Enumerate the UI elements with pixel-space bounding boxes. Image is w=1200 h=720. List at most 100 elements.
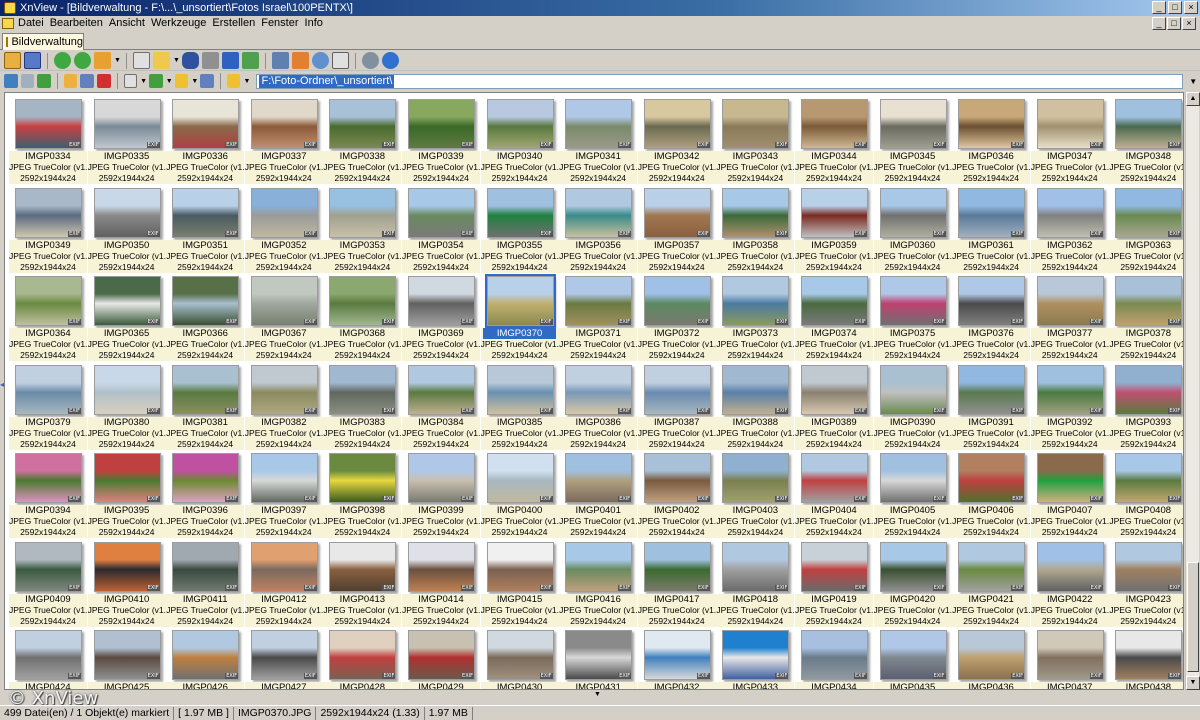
thumbnail-item[interactable]: EXIF IMGP0437JPEG TrueColor (v1.1)2592x19… [1030, 628, 1110, 689]
thumbnail-item[interactable]: EXIF IMGP0427JPEG TrueColor (v1.1)2592x19… [244, 628, 324, 689]
thumbnail-item[interactable]: EXIF IMGP0375 JPEG TrueColor (v1.1) 2592x19… [873, 274, 953, 363]
thumbnail-item[interactable]: EXIF IMGP0355 JPEG TrueColor (v1.1) 2592x19… [480, 186, 560, 275]
thumbnail-item[interactable]: EXIF IMGP0381 JPEG TrueColor (v1.1) 2592x19… [166, 363, 245, 452]
thumbnail-image[interactable]: EXIF [1115, 187, 1183, 238]
thumbnail-item[interactable]: EXIF IMGP0356 JPEG TrueColor (v1.1) 2592x19… [559, 186, 638, 275]
thumbnail-image[interactable]: EXIF [565, 276, 633, 326]
copy-icon[interactable] [133, 52, 150, 69]
thumbnail-image[interactable]: EXIF [172, 541, 240, 592]
thumbnail-image[interactable]: EXIF [643, 99, 711, 149]
thumbnail-image[interactable]: EXIF [958, 99, 1026, 149]
thumbnail-item[interactable]: EXIF IMGP0346 JPEG TrueColor (v1.1) 2592x19… [952, 97, 1031, 186]
forward-icon[interactable] [20, 74, 35, 88]
web-icon[interactable] [312, 52, 329, 69]
minimize-button[interactable]: _ [1152, 1, 1166, 14]
thumbnail-item[interactable]: EXIF IMGP0429JPEG TrueColor (v1.1)2592x19… [401, 628, 481, 689]
thumbnail-image[interactable]: EXIF [1115, 453, 1183, 503]
chevron-down-icon[interactable]: ▼ [166, 78, 173, 85]
thumbnail-image[interactable]: EXIF [329, 541, 397, 592]
thumbnail-item[interactable]: EXIF IMGP0345 JPEG TrueColor (v1.1) 2592x19… [873, 97, 953, 186]
thumbnail-item[interactable]: EXIF IMGP0421 JPEG TrueColor (v1.1) 2592x19… [952, 540, 1031, 629]
splitter-grip-icon[interactable]: ▼ [594, 691, 601, 698]
thumbnail-item[interactable]: EXIF IMGP0422 JPEG TrueColor (v1.1) 2592x19… [1030, 540, 1110, 629]
menu-erstellen[interactable]: Erstellen [212, 17, 261, 29]
thumbnail-item[interactable]: EXIF IMGP0369 JPEG TrueColor (v1.1) 2592x19… [401, 274, 481, 363]
menu-bearbeiten[interactable]: Bearbeiten [50, 17, 109, 29]
vertical-scrollbar[interactable]: ▲ ▼ [1185, 92, 1200, 690]
thumbnail-image[interactable]: EXIF [722, 276, 790, 326]
thumbnail-image[interactable]: EXIF [329, 364, 397, 415]
thumbnail-item[interactable]: EXIF IMGP0407 JPEG TrueColor (v1.1) 2592x19… [1030, 451, 1110, 540]
thumbnail-image[interactable]: EXIF [565, 99, 633, 149]
thumbnail-item[interactable]: EXIF IMGP0434JPEG TrueColor (v1.1)2592x19… [794, 628, 874, 689]
thumbnail-image[interactable]: EXIF [15, 541, 82, 592]
view-mode-icon[interactable] [123, 74, 138, 88]
thumbnail-item[interactable]: EXIF IMGP0384 JPEG TrueColor (v1.1) 2592x19… [401, 363, 481, 452]
thumbnail-item[interactable]: EXIF IMGP0409 JPEG TrueColor (v1.1) 2592x19… [9, 540, 88, 629]
thumbnail-image[interactable]: EXIF [565, 541, 633, 592]
thumbnail-item[interactable]: EXIF IMGP0348JPEG TrueColor (v1.1)2592x19… [1109, 97, 1183, 186]
thumbnail-image[interactable]: EXIF [329, 453, 397, 503]
thumbnail-item[interactable]: EXIF IMGP0359 JPEG TrueColor (v1.1) 2592x19… [794, 186, 874, 275]
thumbnail-image[interactable]: EXIF [250, 630, 318, 680]
presentation-icon[interactable] [292, 52, 309, 69]
thumbnail-image[interactable]: EXIF [958, 630, 1026, 680]
menu-datei[interactable]: Datei [18, 17, 50, 29]
thumbnail-image[interactable]: EXIF [93, 99, 161, 149]
thumbnail-item[interactable]: EXIF IMGP0432JPEG TrueColor (v1.1)2592x19… [637, 628, 717, 689]
thumbnail-image[interactable]: EXIF [1115, 364, 1183, 415]
thumbnail-item[interactable]: EXIF IMGP0338 JPEG TrueColor (v1.1) 2592x19… [323, 97, 402, 186]
thumbnail-item[interactable]: EXIF IMGP0395 JPEG TrueColor (v1.1) 2592x19… [87, 451, 167, 540]
thumbnail-image[interactable]: EXIF [1036, 630, 1104, 680]
thumbnail-image[interactable]: EXIF [800, 541, 868, 592]
path-input[interactable]: F:\Foto-Ordner\_unsortiert\ [256, 73, 1184, 89]
thumbnail-image[interactable]: EXIF [643, 276, 711, 326]
thumbnail-image[interactable]: EXIF [407, 541, 475, 592]
thumbnail-item[interactable]: EXIF IMGP0368 JPEG TrueColor (v1.1) 2592x19… [323, 274, 402, 363]
thumbnail-item[interactable]: EXIF IMGP0428JPEG TrueColor (v1.1)2592x19… [323, 628, 402, 689]
thumbnail-image[interactable]: EXIF [93, 453, 161, 503]
thumbnail-image[interactable]: EXIF [15, 364, 82, 415]
thumbnail-image[interactable]: EXIF [722, 364, 790, 415]
thumbnail-item[interactable]: EXIF IMGP0349 JPEG TrueColor (v1.1) 2592x19… [9, 186, 88, 275]
scroll-down-button[interactable]: ▼ [1186, 676, 1200, 690]
thumbnail-image[interactable]: EXIF [722, 630, 790, 680]
thumbnail-item[interactable]: EXIF IMGP0386 JPEG TrueColor (v1.1) 2592x19… [559, 363, 638, 452]
thumbnail-item[interactable]: EXIF IMGP0389 JPEG TrueColor (v1.1) 2592x19… [794, 363, 874, 452]
thumbnail-image[interactable]: EXIF [643, 187, 711, 238]
thumbnail-image[interactable]: EXIF [172, 276, 240, 326]
thumbnail-item[interactable]: EXIF IMGP0347 JPEG TrueColor (v1.1) 2592x19… [1030, 97, 1110, 186]
thumbnail-item[interactable]: EXIF IMGP0374 JPEG TrueColor (v1.1) 2592x19… [794, 274, 874, 363]
thumbnail-item[interactable]: EXIF IMGP0435JPEG TrueColor (v1.1)2592x19… [873, 628, 953, 689]
close-button[interactable]: × [1184, 1, 1198, 14]
thumbnail-item[interactable]: EXIF IMGP0379 JPEG TrueColor (v1.1) 2592x19… [9, 363, 88, 452]
gear-icon[interactable] [362, 52, 379, 69]
print-icon[interactable] [202, 52, 219, 69]
thumbnail-image[interactable]: EXIF [958, 541, 1026, 592]
thumbnail-item[interactable]: EXIF IMGP0376 JPEG TrueColor (v1.1) 2592x19… [952, 274, 1031, 363]
thumbnail-image[interactable]: EXIF [93, 276, 161, 326]
thumbnail-image[interactable]: EXIF [407, 99, 475, 149]
thumbnail-image[interactable]: EXIF [407, 187, 475, 238]
thumbnail-image[interactable]: EXIF [1036, 453, 1104, 503]
thumbnail-item[interactable]: EXIF IMGP0372 JPEG TrueColor (v1.1) 2592x19… [637, 274, 717, 363]
thumbnail-image[interactable]: EXIF [722, 541, 790, 592]
delete-icon[interactable] [96, 74, 111, 88]
thumbnail-item[interactable]: EXIF IMGP0385 JPEG TrueColor (v1.1) 2592x19… [480, 363, 560, 452]
thumbnail-item[interactable]: EXIF IMGP0352 JPEG TrueColor (v1.1) 2592x19… [244, 186, 324, 275]
thumbnail-image[interactable]: EXIF [879, 541, 947, 592]
thumbnail-item[interactable]: EXIF IMGP0396 JPEG TrueColor (v1.1) 2592x19… [166, 451, 245, 540]
thumbnail-image[interactable]: EXIF [643, 364, 711, 415]
thumbnail-image[interactable]: EXIF [565, 364, 633, 415]
thumbnail-item[interactable]: EXIF IMGP0433JPEG TrueColor (v1.1)2592x19… [716, 628, 795, 689]
thumbnail-image[interactable]: EXIF [1036, 364, 1104, 415]
thumbnail-image[interactable]: EXIF [800, 187, 868, 238]
thumbnail-item[interactable]: EXIF IMGP0411 JPEG TrueColor (v1.1) 2592x19… [166, 540, 245, 629]
refresh-icon[interactable] [54, 52, 71, 69]
thumbnail-image[interactable]: EXIF [879, 276, 947, 326]
thumbnail-item[interactable]: EXIF IMGP0398 JPEG TrueColor (v1.1) 2592x19… [323, 451, 402, 540]
thumbnail-item[interactable]: EXIF IMGP0383 JPEG TrueColor (v1.1) 2592x19… [323, 363, 402, 452]
thumbnail-image[interactable]: EXIF [93, 364, 161, 415]
thumbnail-item[interactable]: EXIF IMGP0408JPEG TrueColor (v1.1)2592x19… [1109, 451, 1183, 540]
thumbnail-image[interactable]: EXIF [250, 364, 318, 415]
